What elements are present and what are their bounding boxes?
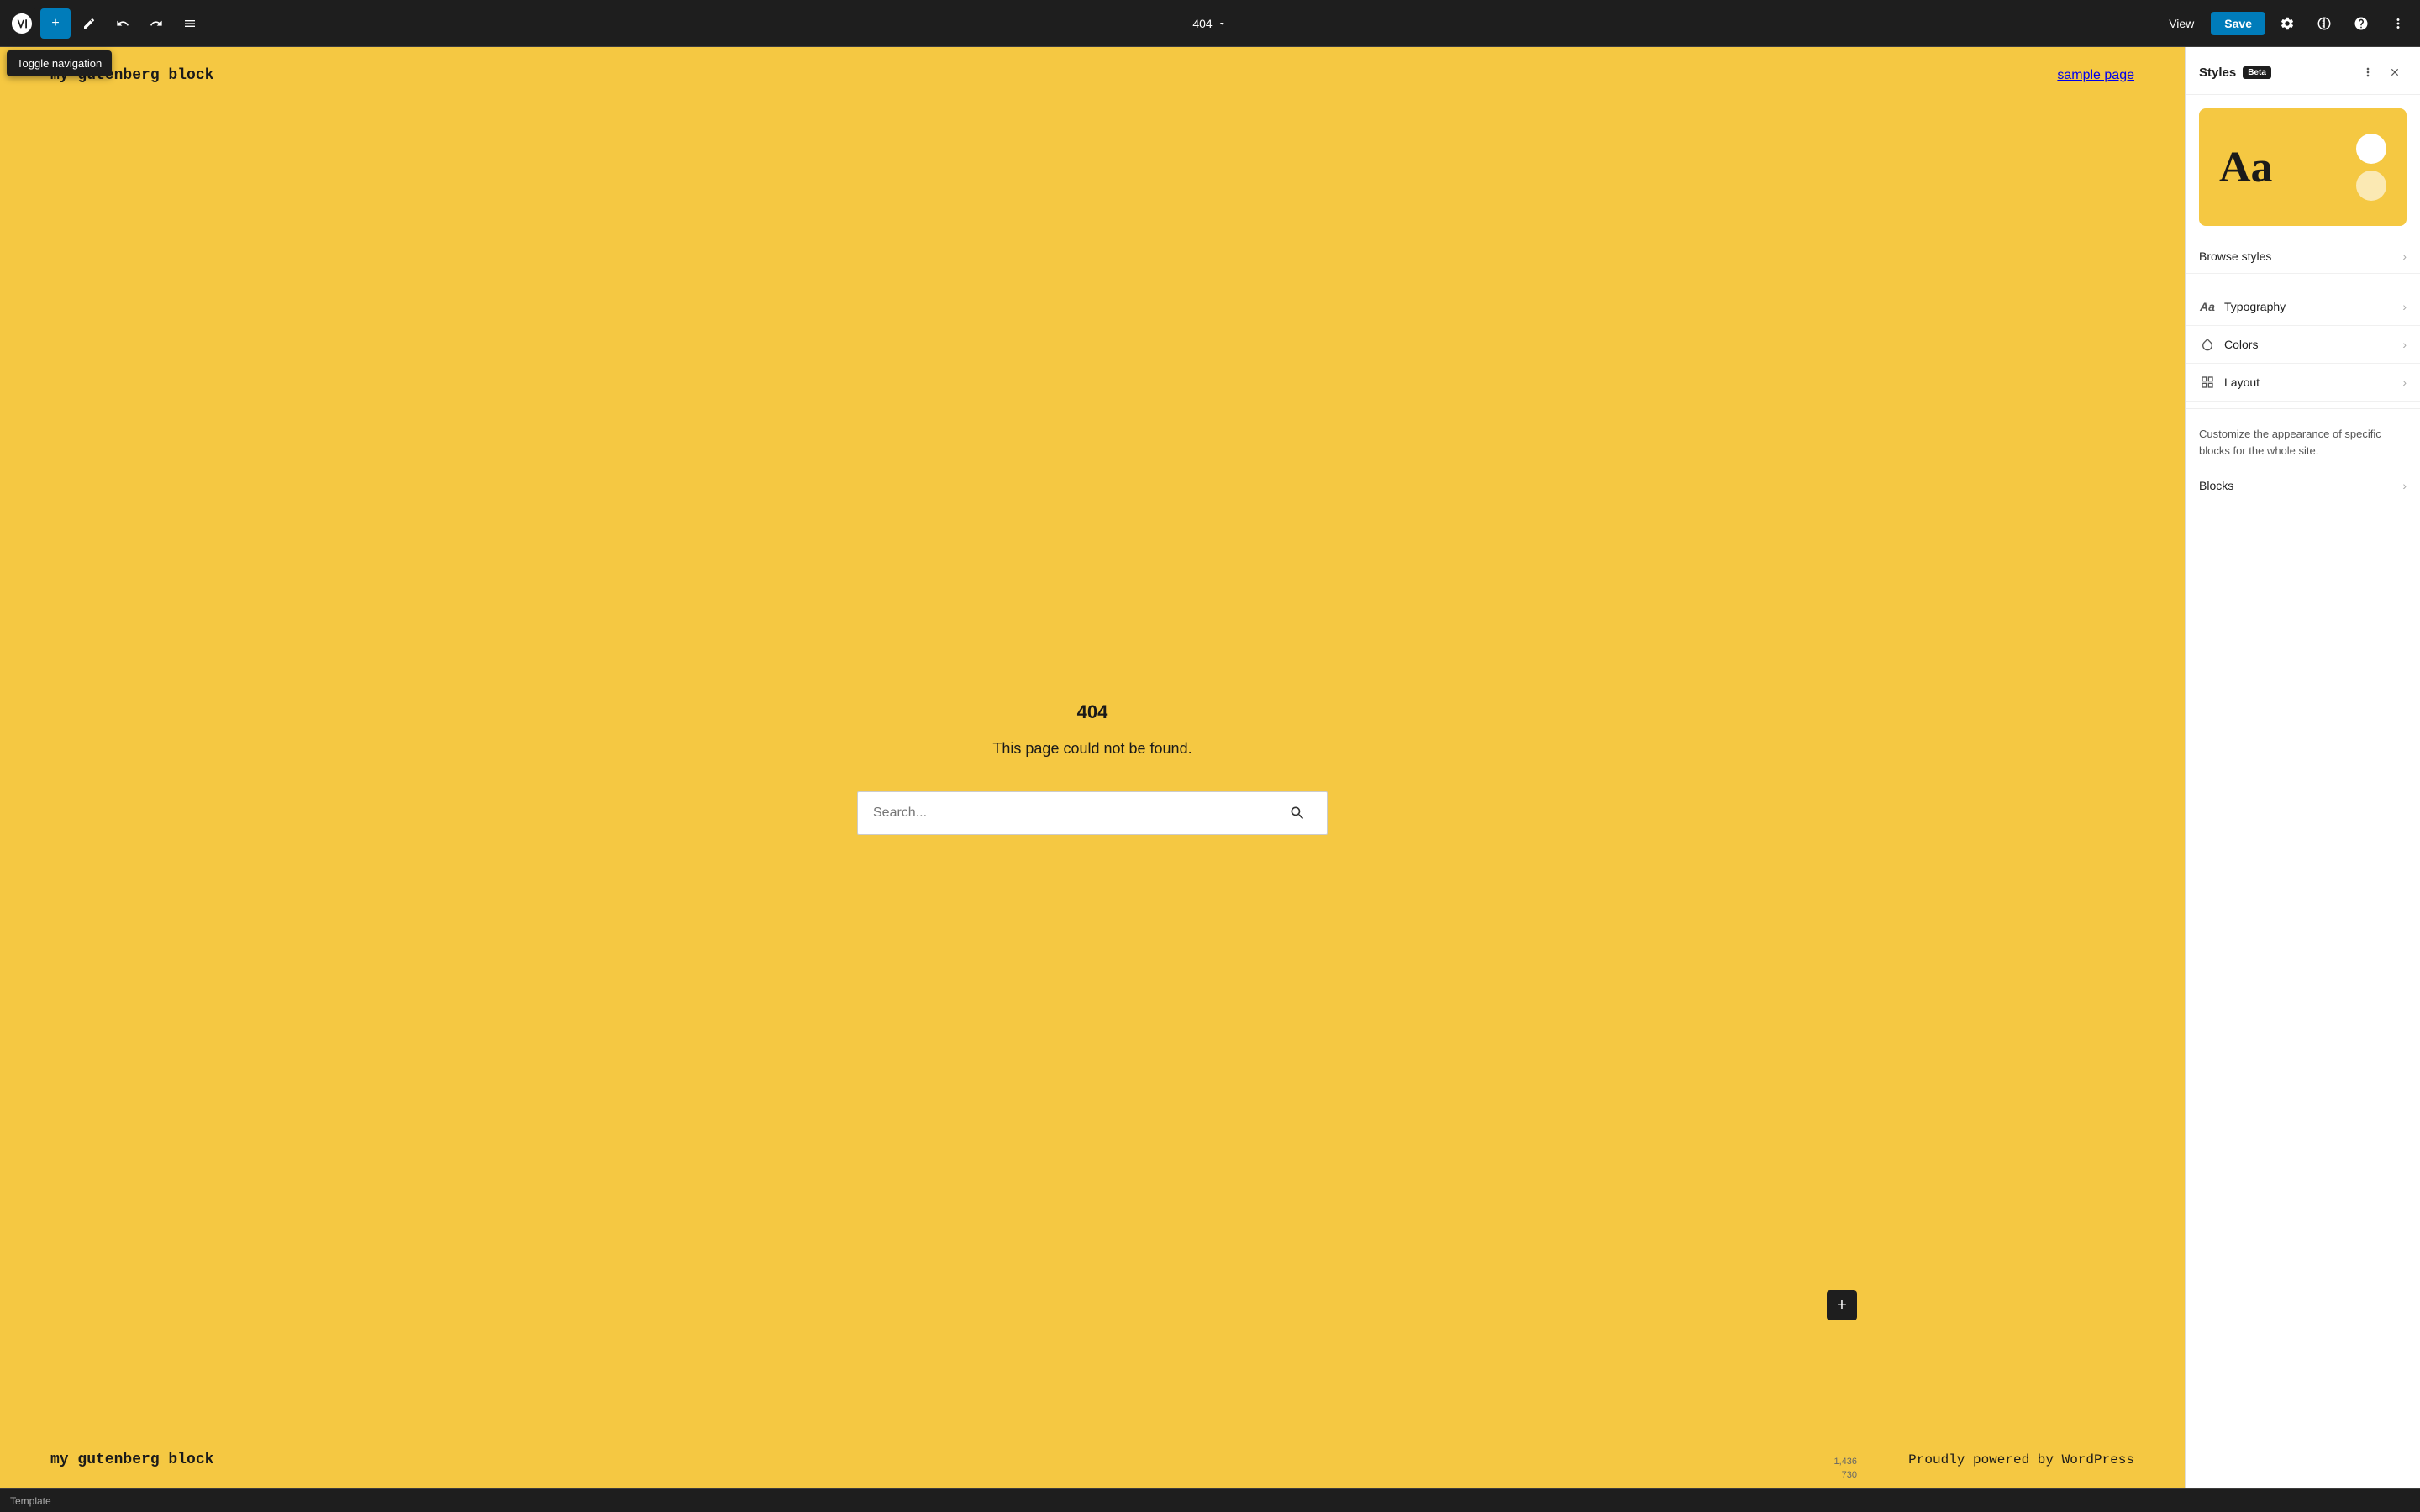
- main-area: my gutenberg block sample page 404 This …: [0, 47, 2420, 1488]
- coordinates-display: 1,436 730: [1833, 1456, 1857, 1482]
- footer-credit: Proudly powered by WordPress: [1908, 1452, 2134, 1467]
- help-icon: [2354, 16, 2369, 31]
- status-bar: Template: [0, 1488, 2420, 1512]
- preview-typography: Aa: [2219, 143, 2273, 192]
- typography-chevron: ›: [2402, 300, 2407, 313]
- toolbar-right: View Save: [2159, 8, 2413, 39]
- blocks-item[interactable]: Blocks ›: [2186, 469, 2420, 502]
- panel-header: Styles Beta: [2186, 47, 2420, 95]
- panel-title-row: Styles Beta: [2199, 66, 2271, 80]
- browse-styles-item[interactable]: Browse styles ›: [2186, 239, 2420, 274]
- style-icon: [2317, 16, 2332, 31]
- add-block-floating-button[interactable]: +: [1827, 1290, 1857, 1320]
- beta-badge: Beta: [2243, 66, 2271, 79]
- more-icon: [2361, 66, 2375, 79]
- help-button[interactable]: [2346, 8, 2376, 39]
- site-footer: my gutenberg block Proudly powered by Wo…: [0, 1431, 2185, 1488]
- edit-button[interactable]: [74, 8, 104, 39]
- save-button[interactable]: Save: [2211, 12, 2265, 35]
- browse-styles-chevron: ›: [2402, 249, 2407, 263]
- panel-close-button[interactable]: [2383, 60, 2407, 84]
- browse-styles-label: Browse styles: [2199, 249, 2271, 263]
- customize-description: Customize the appearance of specific blo…: [2186, 416, 2420, 469]
- chevron-down-icon: [1218, 18, 1228, 29]
- list-view-button[interactable]: [175, 8, 205, 39]
- search-row: [857, 791, 1328, 835]
- colors-item[interactable]: Colors ›: [2186, 326, 2420, 364]
- page-content: 404 This page could not be found.: [0, 104, 2185, 1431]
- colors-chevron: ›: [2402, 338, 2407, 351]
- toolbar-center: 404: [1184, 12, 1235, 35]
- error-message: This page could not be found.: [992, 740, 1192, 758]
- layout-chevron: ›: [2402, 375, 2407, 389]
- blocks-chevron: ›: [2402, 479, 2407, 492]
- wp-logo-icon: [12, 13, 32, 34]
- layout-item[interactable]: Layout ›: [2186, 364, 2420, 402]
- preview-circle-2: [2356, 171, 2386, 201]
- droplet-icon: [2201, 338, 2214, 351]
- redo-icon: [150, 17, 163, 30]
- typography-item[interactable]: Aa Typography ›: [2186, 288, 2420, 326]
- canvas-area: my gutenberg block sample page 404 This …: [0, 47, 2185, 1488]
- wp-logo-button[interactable]: [7, 8, 37, 39]
- toggle-nav-tooltip: Toggle navigation: [7, 50, 112, 76]
- toolbar-left: +: [7, 8, 205, 39]
- edit-icon: [82, 17, 96, 30]
- typography-label: Typography: [2224, 300, 2286, 313]
- styles-panel: Styles Beta Aa Browse styles: [2185, 47, 2420, 1488]
- footer-title: my gutenberg block: [50, 1452, 213, 1468]
- browse-styles-left: Browse styles: [2199, 249, 2271, 263]
- add-block-button[interactable]: +: [40, 8, 71, 39]
- typography-icon: Aa: [2199, 298, 2216, 315]
- site-header: my gutenberg block sample page: [0, 47, 2185, 104]
- divider-2: [2186, 408, 2420, 409]
- view-button[interactable]: View: [2159, 12, 2204, 35]
- panel-header-icons: [2356, 60, 2407, 84]
- redo-button[interactable]: [141, 8, 171, 39]
- status-label: Template: [10, 1495, 51, 1507]
- typography-left: Aa Typography: [2199, 298, 2286, 315]
- style-toggle-button[interactable]: [2309, 8, 2339, 39]
- coord-y: 730: [1842, 1470, 1857, 1480]
- layout-grid-icon: [2201, 375, 2214, 389]
- coord-x: 1,436: [1833, 1457, 1857, 1467]
- preview-circles: [2356, 134, 2386, 201]
- layout-icon: [2199, 374, 2216, 391]
- search-icon: [1289, 805, 1306, 822]
- site-nav: sample page: [2057, 68, 2134, 83]
- undo-icon: [116, 17, 129, 30]
- preview-circle-1: [2356, 134, 2386, 164]
- colors-label: Colors: [2224, 338, 2258, 351]
- blocks-label: Blocks: [2199, 479, 2233, 492]
- nav-link[interactable]: sample page: [2057, 68, 2134, 82]
- page-canvas: my gutenberg block sample page 404 This …: [0, 47, 2185, 1488]
- error-code: 404: [1077, 701, 1108, 723]
- layout-label: Layout: [2224, 375, 2260, 389]
- panel-more-button[interactable]: [2356, 60, 2380, 84]
- more-options-button[interactable]: [2383, 8, 2413, 39]
- more-options-icon: [2391, 16, 2406, 31]
- page-title-button[interactable]: 404: [1184, 12, 1235, 35]
- search-input[interactable]: [857, 791, 1267, 835]
- panel-title: Styles: [2199, 66, 2236, 80]
- settings-button[interactable]: [2272, 8, 2302, 39]
- undo-button[interactable]: [108, 8, 138, 39]
- settings-icon: [2280, 16, 2295, 31]
- close-icon: [2389, 66, 2401, 78]
- colors-icon: [2199, 336, 2216, 353]
- search-button[interactable]: [1267, 791, 1328, 835]
- list-view-icon: [183, 17, 197, 30]
- layout-left: Layout: [2199, 374, 2260, 391]
- toolbar: + 404 View Save: [0, 0, 2420, 47]
- colors-left: Colors: [2199, 336, 2258, 353]
- page-title-label: 404: [1192, 17, 1212, 30]
- style-preview[interactable]: Aa: [2199, 108, 2407, 226]
